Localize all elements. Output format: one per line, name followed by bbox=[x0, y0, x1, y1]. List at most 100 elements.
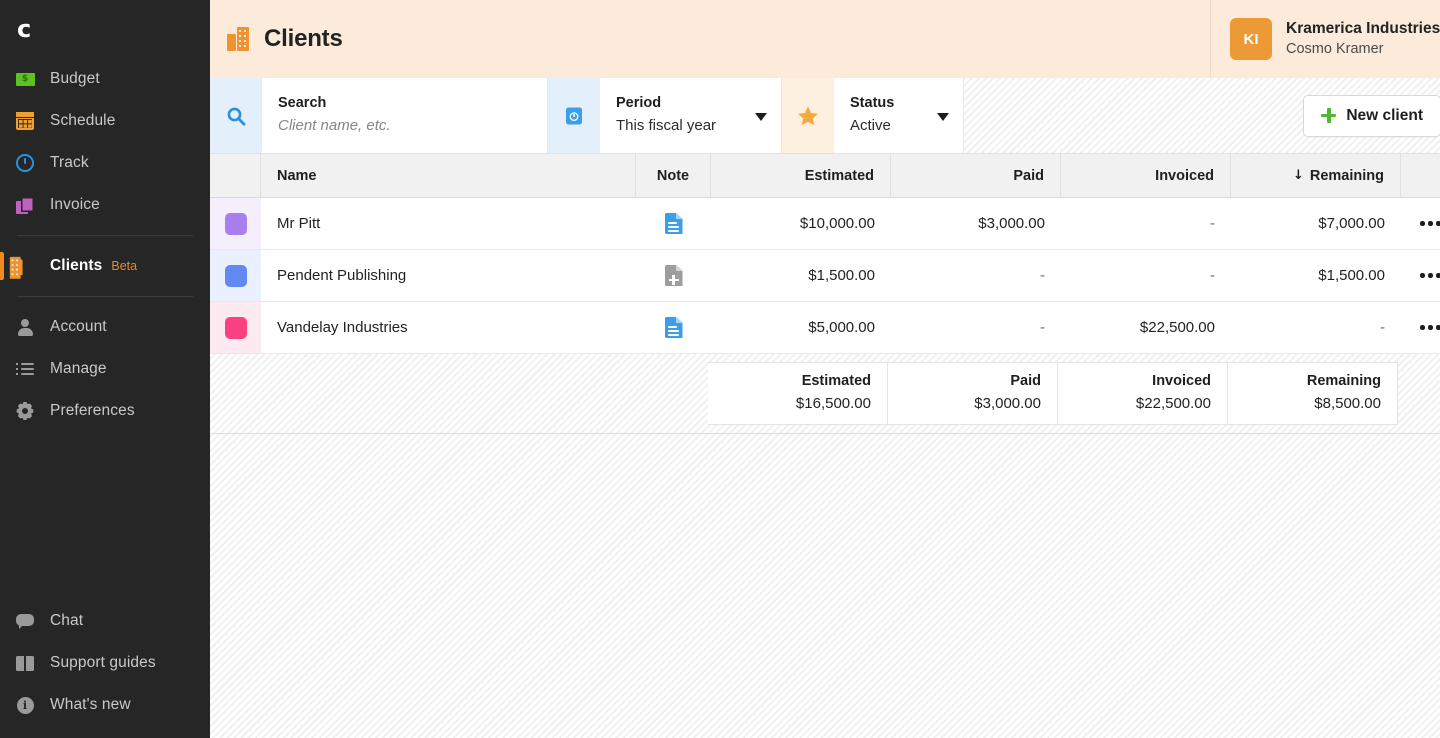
calendar-icon bbox=[14, 110, 36, 132]
sidebar-item-support-guides[interactable]: Support guides bbox=[0, 642, 210, 684]
add-note-icon[interactable] bbox=[664, 265, 683, 286]
note-cell[interactable] bbox=[636, 250, 711, 301]
page-title: Clients bbox=[264, 25, 343, 52]
column-remaining-label: Remaining bbox=[1309, 167, 1384, 184]
column-note[interactable]: Note bbox=[636, 154, 711, 197]
column-note-label: Note bbox=[656, 167, 690, 184]
client-color-swatch bbox=[224, 212, 247, 235]
row-actions-cell[interactable] bbox=[1401, 250, 1440, 301]
search-input[interactable]: Client name, etc. bbox=[278, 115, 531, 138]
client-name: Pendent Publishing bbox=[277, 267, 407, 284]
table-row[interactable]: Pendent Publishing $1,500.00 - - $1,500.00 bbox=[210, 250, 1440, 302]
sidebar-item-budget[interactable]: Budget bbox=[0, 58, 210, 100]
column-name[interactable]: Name bbox=[261, 154, 636, 197]
client-color-cell bbox=[210, 302, 261, 353]
stopwatch-icon bbox=[14, 152, 36, 174]
cell-paid: - bbox=[1040, 319, 1045, 336]
star-icon bbox=[782, 78, 834, 153]
cell-estimated: $10,000.00 bbox=[799, 215, 875, 232]
total-remaining: Remaining $8,500.00 bbox=[1228, 362, 1398, 425]
total-estimated-label: Estimated bbox=[801, 373, 871, 390]
avatar: KI bbox=[1230, 18, 1272, 60]
sidebar-bottom-group: Chat Support guides What's new bbox=[0, 600, 210, 738]
client-color-cell bbox=[210, 250, 261, 301]
note-cell[interactable] bbox=[636, 302, 711, 353]
building-icon bbox=[9, 255, 36, 279]
search-icon bbox=[210, 78, 262, 153]
total-invoiced-label: Invoiced bbox=[1152, 373, 1211, 390]
sidebar-item-track[interactable]: Track bbox=[0, 142, 210, 184]
book-icon bbox=[14, 652, 36, 674]
totals-spacer bbox=[210, 362, 708, 425]
list-icon bbox=[14, 358, 36, 380]
more-options-icon[interactable] bbox=[1401, 325, 1440, 330]
page-header: Clients KI Kramerica Industries Cosmo Kr… bbox=[210, 0, 1440, 78]
sidebar: c Budget Schedule Track Invoice bbox=[0, 0, 210, 738]
column-estimated[interactable]: Estimated bbox=[711, 154, 891, 197]
period-filter[interactable]: Period This fiscal year bbox=[600, 78, 782, 153]
total-invoiced-value: $22,500.00 bbox=[1135, 395, 1211, 413]
org-name: Kramerica Industries bbox=[1286, 19, 1440, 37]
row-actions-cell[interactable] bbox=[1401, 198, 1440, 249]
app-logo[interactable]: c bbox=[0, 0, 210, 58]
note-document-icon[interactable] bbox=[664, 317, 683, 338]
logo-glyph: c bbox=[17, 15, 31, 43]
table-row[interactable]: Mr Pitt $10,000.00 $3,000.00 - $7,000.00 bbox=[210, 198, 1440, 250]
table-header-row: Name Note Estimated Paid Invoiced ↓ Rema… bbox=[210, 154, 1440, 198]
status-filter[interactable]: Status Active bbox=[834, 78, 964, 153]
sidebar-item-clients[interactable]: Clients Beta bbox=[0, 245, 210, 287]
more-options-icon[interactable] bbox=[1401, 273, 1440, 278]
sidebar-item-account[interactable]: Account bbox=[0, 306, 210, 348]
clients-table: Name Note Estimated Paid Invoiced ↓ Rema… bbox=[210, 154, 1440, 434]
column-paid-label: Paid bbox=[1013, 167, 1044, 184]
total-paid-value: $3,000.00 bbox=[974, 395, 1041, 413]
sort-descending-icon: ↓ bbox=[1292, 168, 1304, 183]
sidebar-item-schedule[interactable]: Schedule bbox=[0, 100, 210, 142]
table-row[interactable]: Vandelay Industries $5,000.00 - $22,500.00 - bbox=[210, 302, 1440, 354]
note-cell[interactable] bbox=[636, 198, 711, 249]
search-field[interactable]: Search Client name, etc. bbox=[262, 78, 548, 153]
chevron-down-icon bbox=[755, 112, 767, 121]
total-estimated: Estimated $16,500.00 bbox=[708, 362, 888, 425]
cell-paid: - bbox=[1040, 267, 1045, 284]
sidebar-item-label: What's new bbox=[50, 696, 131, 713]
column-paid[interactable]: Paid bbox=[891, 154, 1061, 197]
new-client-label: New client bbox=[1346, 106, 1423, 124]
sidebar-item-label: Budget bbox=[50, 70, 100, 87]
sidebar-item-invoice[interactable]: Invoice bbox=[0, 184, 210, 226]
sidebar-primary-group: Budget Schedule Track Invoice bbox=[0, 58, 210, 432]
cell-remaining: $7,000.00 bbox=[1318, 215, 1385, 232]
sidebar-item-whats-new[interactable]: What's new bbox=[0, 684, 210, 726]
table-body: Mr Pitt $10,000.00 $3,000.00 - $7,000.00 Pend… bbox=[210, 198, 1440, 354]
column-name-label: Name bbox=[277, 167, 317, 184]
main-content: Clients KI Kramerica Industries Cosmo Kr… bbox=[210, 0, 1440, 738]
status-value: Active bbox=[850, 117, 891, 135]
column-invoiced[interactable]: Invoiced bbox=[1061, 154, 1231, 197]
app-root: c Budget Schedule Track Invoice bbox=[0, 0, 1440, 738]
org-switcher[interactable]: KI Kramerica Industries Cosmo Kramer bbox=[1210, 0, 1440, 78]
money-icon bbox=[14, 68, 36, 90]
page-title-wrap: Clients bbox=[210, 25, 343, 53]
cell-estimated: $1,500.00 bbox=[808, 267, 875, 284]
chevron-down-icon bbox=[937, 112, 949, 121]
person-icon bbox=[14, 316, 36, 338]
sidebar-divider bbox=[17, 235, 193, 236]
sidebar-item-manage[interactable]: Manage bbox=[0, 348, 210, 390]
column-remaining[interactable]: ↓ Remaining bbox=[1231, 154, 1401, 197]
total-remaining-label: Remaining bbox=[1306, 373, 1381, 390]
client-color-cell bbox=[210, 198, 261, 249]
total-estimated-value: $16,500.00 bbox=[795, 395, 871, 413]
sidebar-item-label: Schedule bbox=[50, 112, 116, 129]
building-icon bbox=[227, 27, 249, 51]
note-document-icon[interactable] bbox=[664, 213, 683, 234]
sidebar-item-label: Chat bbox=[50, 612, 84, 629]
info-icon bbox=[14, 694, 36, 716]
gear-icon bbox=[14, 400, 36, 422]
more-options-icon[interactable] bbox=[1401, 221, 1440, 226]
chat-icon bbox=[14, 610, 36, 632]
sidebar-item-preferences[interactable]: Preferences bbox=[0, 390, 210, 432]
row-actions-cell[interactable] bbox=[1401, 302, 1440, 353]
total-remaining-value: $8,500.00 bbox=[1314, 395, 1381, 413]
new-client-button[interactable]: New client bbox=[1303, 94, 1440, 137]
sidebar-item-chat[interactable]: Chat bbox=[0, 600, 210, 642]
